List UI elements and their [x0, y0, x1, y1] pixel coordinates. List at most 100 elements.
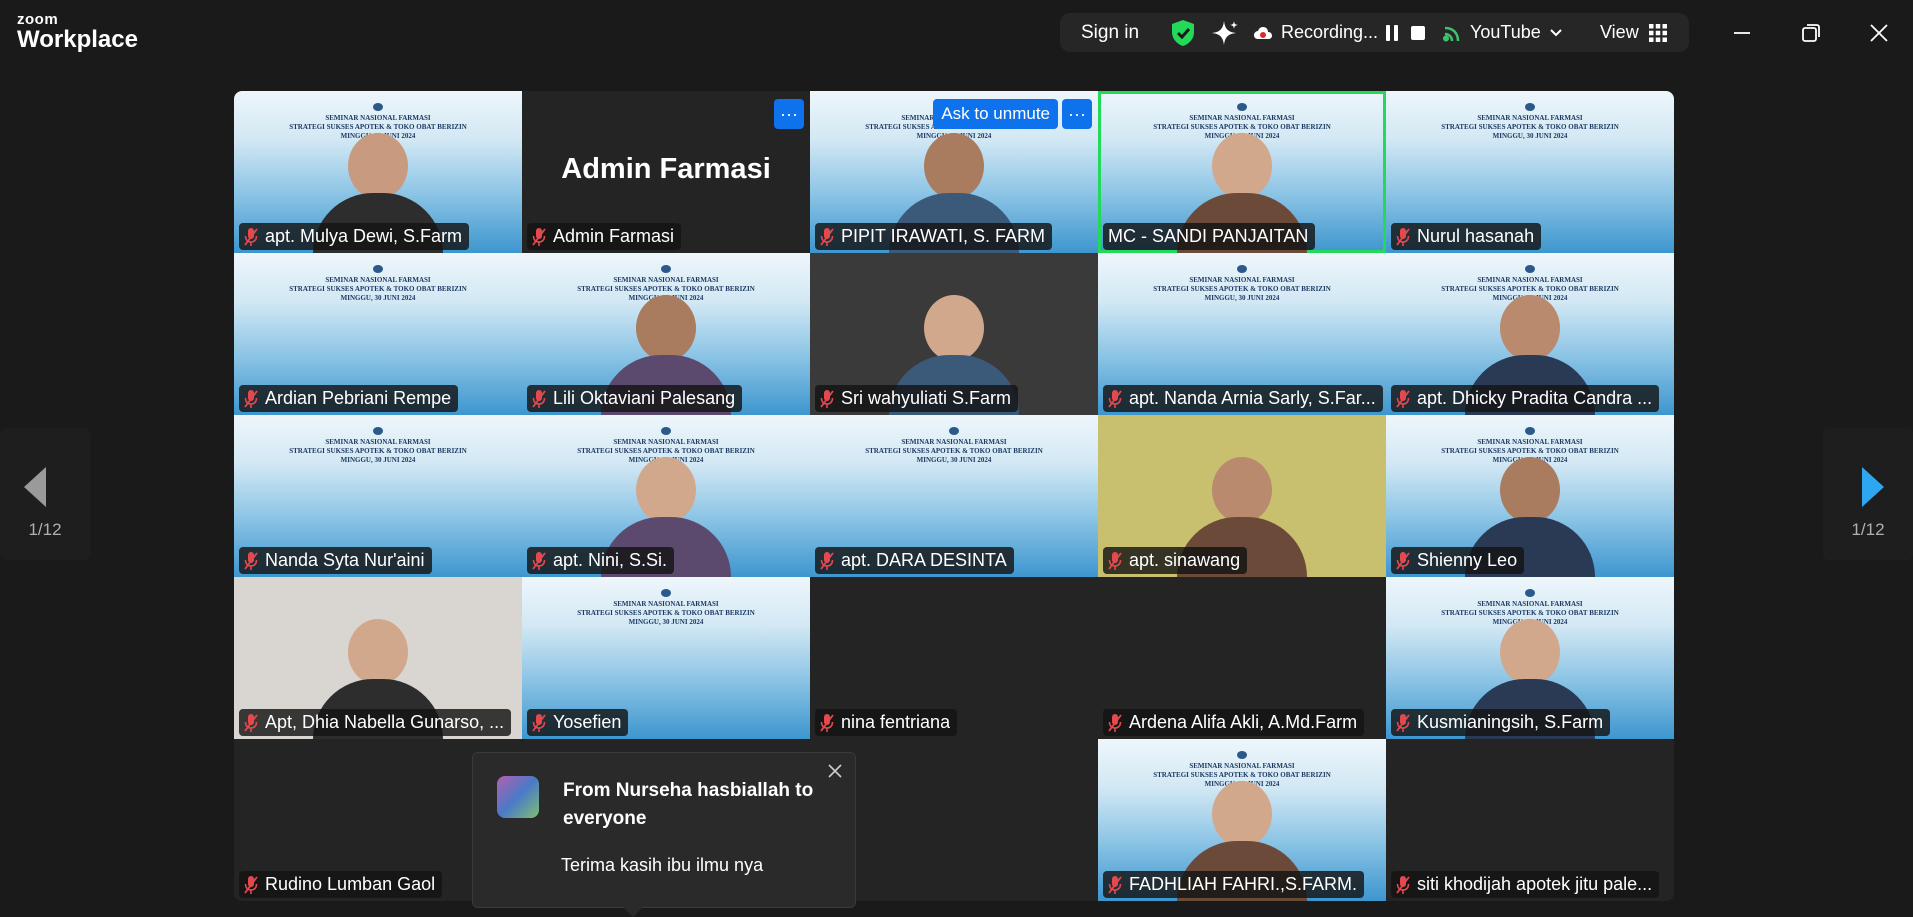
mic-muted-icon [1396, 551, 1410, 570]
title-bar: zoom Workplace Sign in Recording... YouT… [0, 0, 1913, 66]
video-tile[interactable]: Apt, Dhia Nabella Gunarso, ... [234, 577, 522, 739]
participant-name-tag: Rudino Lumban Gaol [239, 871, 443, 898]
video-tile[interactable]: SEMINAR NASIONAL FARMASISTRATEGI SUKSES … [1098, 91, 1386, 253]
participant-name: apt. sinawang [1129, 550, 1241, 570]
participant-name-tag: apt. Nanda Arnia Sarly, S.Far... [1103, 385, 1383, 412]
video-tile[interactable]: SEMINAR NASIONAL FARMASISTRATEGI SUKSES … [522, 253, 810, 415]
banner-line1: SEMINAR NASIONAL FARMASI [325, 438, 431, 446]
banner-line1: SEMINAR NASIONAL FARMASI [901, 438, 1007, 446]
livestream-youtube-dropdown[interactable]: YouTube [1443, 13, 1563, 52]
participant-name-tag: FADHLIAH FAHRI.,S.FARM. [1103, 871, 1365, 898]
seminar-logo-icon [1237, 103, 1247, 111]
video-tile[interactable]: SEMINAR NASIONAL FARMASISTRATEGI SUKSES … [1386, 577, 1674, 739]
video-tile[interactable]: SEMINAR NASIONAL FARMASISTRATEGI SUKSES … [1098, 739, 1386, 901]
close-icon[interactable] [1864, 18, 1894, 48]
ask-to-unmute-button[interactable]: Ask to unmute [933, 99, 1058, 129]
video-tile[interactable]: Admin Farmasi Admin Farmasi ··· [522, 91, 810, 253]
minimize-icon[interactable] [1727, 18, 1757, 48]
mic-muted-icon [820, 551, 834, 570]
zoom-workplace-logo: zoom Workplace [17, 11, 138, 53]
video-tile[interactable]: SEMINAR NASIONAL FARMASISTRATEGI SUKSES … [1386, 415, 1674, 577]
banner-line1: SEMINAR NASIONAL FARMASI [613, 276, 719, 284]
seminar-banner: SEMINAR NASIONAL FARMASISTRATEGI SUKSES … [1386, 103, 1674, 141]
mic-muted-icon [1396, 389, 1410, 408]
seminar-logo-icon [373, 103, 383, 111]
video-tile[interactable]: nina fentriana [810, 577, 1098, 739]
participant-name: Admin Farmasi [553, 226, 675, 246]
mic-muted-icon [244, 227, 258, 246]
participant-name-tag: PIPIT IRAWATI, S. FARM [815, 223, 1053, 250]
participant-name-tag: MC - SANDI PANJAITAN [1103, 223, 1316, 250]
video-tile[interactable]: SEMINAR NASIONAL FARMASISTRATEGI SUKSES … [1386, 253, 1674, 415]
chat-notification[interactable]: From Nurseha hasbiallah to everyone Teri… [472, 752, 856, 917]
banner-line1: SEMINAR NASIONAL FARMASI [1477, 438, 1583, 446]
banner-line3: MINGGU, 30 JUNI 2024 [340, 456, 416, 464]
more-options-icon[interactable]: ··· [774, 99, 804, 129]
seminar-logo-icon [1237, 265, 1247, 273]
mic-muted-icon [1108, 875, 1122, 894]
chevron-down-icon [1550, 28, 1562, 36]
participant-name: FADHLIAH FAHRI.,S.FARM. [1129, 874, 1358, 894]
seminar-logo-icon [661, 265, 671, 273]
next-page-button[interactable]: 1/12 [1823, 428, 1913, 560]
restore-icon[interactable] [1796, 18, 1826, 48]
banner-line2: STRATEGI SUKSES APOTEK & TOKO OBAT BERIZ… [1153, 123, 1331, 131]
banner-line2: STRATEGI SUKSES APOTEK & TOKO OBAT BERIZ… [1441, 609, 1619, 617]
video-tile[interactable]: apt. sinawang [1098, 415, 1386, 577]
participant-name: Yosefien [553, 712, 622, 732]
stop-recording-button[interactable] [1410, 13, 1426, 52]
banner-line1: SEMINAR NASIONAL FARMASI [1189, 114, 1295, 122]
video-tile[interactable]: SEMINAR NASIONAL FARMASISTRATEGI SUKSES … [522, 415, 810, 577]
recording-status[interactable]: Recording... [1253, 13, 1378, 52]
mic-muted-icon [820, 227, 834, 246]
participant-name: PIPIT IRAWATI, S. FARM [841, 226, 1046, 246]
chat-sender: From Nurseha hasbiallah to everyone [563, 780, 814, 829]
seminar-logo-icon [661, 589, 671, 597]
banner-line2: STRATEGI SUKSES APOTEK & TOKO OBAT BERIZ… [577, 609, 755, 617]
previous-page-button[interactable]: 1/12 [0, 428, 90, 560]
participant-name: nina fentriana [841, 712, 951, 732]
video-tile[interactable]: SEMINAR NASIONAL FARMASISTRATEGI SUKSES … [234, 415, 522, 577]
banner-line2: STRATEGI SUKSES APOTEK & TOKO OBAT BERIZ… [289, 123, 467, 131]
mic-muted-icon [1396, 713, 1410, 732]
mic-muted-icon [1108, 389, 1122, 408]
view-button[interactable]: View [1600, 13, 1667, 52]
meeting-toolbar: Sign in Recording... YouTube View [1060, 13, 1689, 52]
video-tile[interactable]: SEMINAR NASIONAL FARMASISTRATEGI SUKSES … [1386, 91, 1674, 253]
participant-name: Lili Oktaviani Palesang [553, 388, 736, 408]
sign-in-button[interactable]: Sign in [1081, 13, 1139, 52]
more-options-icon[interactable]: ··· [1062, 99, 1092, 129]
seminar-logo-icon [1525, 103, 1535, 111]
livestream-icon [1443, 26, 1460, 41]
participant-name: Shienny Leo [1417, 550, 1518, 570]
seminar-logo-icon [373, 265, 383, 273]
seminar-banner: SEMINAR NASIONAL FARMASISTRATEGI SUKSES … [234, 265, 522, 303]
shield-icon[interactable] [1170, 13, 1196, 52]
video-tile[interactable]: SEMINAR NASIONAL FARMASISTRATEGI SUKSES … [810, 415, 1098, 577]
close-icon[interactable] [823, 759, 847, 783]
video-tile[interactable]: SEMINAR NASIONAL FARMASISTRATEGI SUKSES … [522, 577, 810, 739]
mic-muted-icon [820, 713, 834, 732]
pause-recording-button[interactable] [1385, 13, 1399, 52]
seminar-logo-icon [1525, 427, 1535, 435]
video-tile[interactable]: SEMINAR NASIONAL FARMASISTRATEGI SUKSES … [1098, 253, 1386, 415]
video-tile[interactable]: SEMINAR NASIONAL FARMASISTRATEGI SUKSES … [234, 91, 522, 253]
banner-line1: SEMINAR NASIONAL FARMASI [1477, 600, 1583, 608]
mic-muted-icon [1108, 713, 1122, 732]
cloud-record-icon [1254, 26, 1272, 39]
participant-name: MC - SANDI PANJAITAN [1108, 226, 1309, 246]
video-tile[interactable]: Ardena Alifa Akli, A.Md.Farm [1098, 577, 1386, 739]
seminar-logo-icon [1237, 751, 1247, 759]
video-tile[interactable]: Sri wahyuliati S.Farm [810, 253, 1098, 415]
banner-line1: SEMINAR NASIONAL FARMASI [325, 276, 431, 284]
video-tile[interactable]: SEMINAR NASIONAL FARMASISTRATEGI SUKSES … [810, 91, 1098, 253]
participant-name: siti khodijah apotek jitu pale... [1417, 874, 1653, 894]
seminar-banner: SEMINAR NASIONAL FARMASISTRATEGI SUKSES … [522, 589, 810, 627]
banner-line2: STRATEGI SUKSES APOTEK & TOKO OBAT BERIZ… [1441, 285, 1619, 293]
video-tile[interactable]: SEMINAR NASIONAL FARMASISTRATEGI SUKSES … [234, 253, 522, 415]
participant-name: apt. Nini, S.Si. [553, 550, 668, 570]
ai-companion-icon[interactable] [1210, 13, 1238, 52]
banner-line2: STRATEGI SUKSES APOTEK & TOKO OBAT BERIZ… [865, 447, 1043, 455]
participant-name: apt. Mulya Dewi, S.Farm [265, 226, 463, 246]
video-tile[interactable]: siti khodijah apotek jitu pale... [1386, 739, 1674, 901]
